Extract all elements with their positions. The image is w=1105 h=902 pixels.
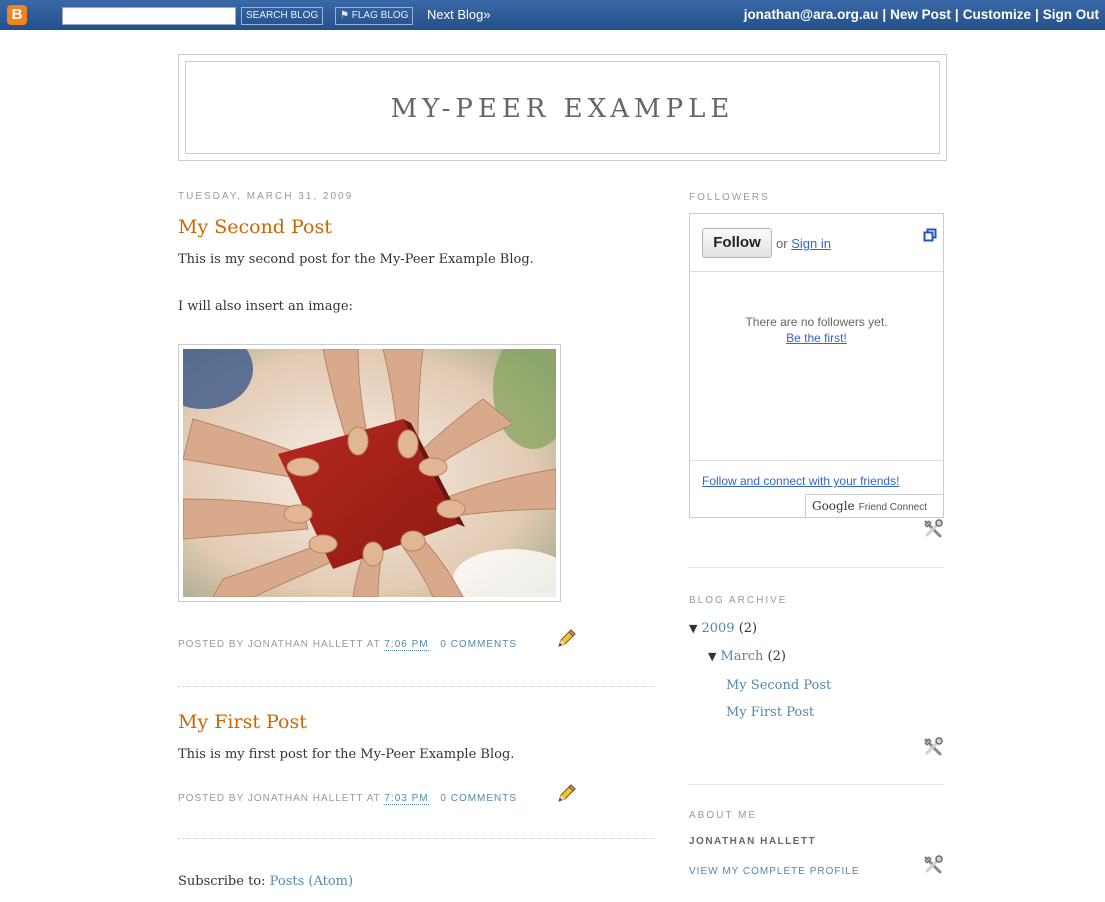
post-comments-link[interactable]: 0 COMMENTS (440, 639, 517, 650)
flag-blog-button[interactable]: ⚑ FLAG BLOG (335, 7, 414, 25)
post-date-header: TUESDAY, MARCH 31, 2009 (178, 191, 354, 202)
profile-name[interactable]: JONATHAN HALLETT (689, 836, 816, 847)
post-body-text: This is my first post for the My-Peer Ex… (178, 747, 515, 762)
popout-window-icon[interactable] (923, 228, 937, 242)
follow-button[interactable]: Follow (702, 228, 772, 258)
follow-connect-link[interactable]: Follow and connect with your friends! (702, 474, 899, 488)
blog-header: MY-PEER EXAMPLE (178, 54, 947, 161)
edit-widget-tools-icon[interactable] (922, 854, 944, 876)
post-body-text: This is my second post for the My-Peer E… (178, 252, 534, 267)
archive-year-count: (2) (738, 621, 758, 636)
post-comments-link[interactable]: 0 COMMENTS (440, 793, 517, 804)
followers-heading: FOLLOWERS (689, 192, 770, 203)
blog-header-inner: MY-PEER EXAMPLE (185, 61, 940, 154)
post-author-label: POSTED BY JONATHAN HALLETT AT (178, 639, 381, 650)
posts-atom-link[interactable]: Posts (Atom) (270, 874, 353, 889)
archive-month-count: (2) (767, 649, 786, 664)
post-divider (178, 838, 654, 839)
archive-post-link[interactable]: My First Post (726, 705, 814, 720)
blog-archive-heading: BLOG ARCHIVE (689, 595, 788, 606)
archive-post-item: My Second Post (726, 678, 831, 693)
post-timestamp-link[interactable]: 7:06 PM (384, 639, 429, 651)
flag-blog-label: FLAG BLOG (351, 10, 409, 21)
archive-month-item: ▼ March (2) (708, 649, 786, 664)
post-image[interactable] (178, 344, 561, 602)
navbar-user-links: jonathan@ara.org.au | New Post | Customize | S… (744, 6, 1099, 24)
post-divider (178, 686, 654, 687)
new-post-link[interactable]: New Post (890, 7, 951, 22)
or-text: or (776, 236, 788, 251)
blogger-navbar: B SEARCH BLOG ⚑ FLAG BLOG Next Blog» jon… (0, 0, 1105, 30)
no-followers-message: There are no followers yet. Be the first… (690, 314, 943, 346)
flag-icon: ⚑ (340, 10, 349, 21)
post-footer: POSTED BY JONATHAN HALLETT AT 7:03 PM 0 … (178, 793, 517, 805)
sign-out-link[interactable]: Sign Out (1043, 7, 1099, 22)
followers-widget: Follow or Sign in There are no followers… (689, 213, 944, 518)
followers-widget-top: Follow or Sign in (690, 214, 943, 272)
edit-post-pencil-icon[interactable] (555, 783, 577, 805)
blogger-logo-icon[interactable]: B (7, 5, 27, 25)
archive-post-link[interactable]: My Second Post (726, 678, 831, 693)
post-author-label: POSTED BY JONATHAN HALLETT AT (178, 793, 381, 804)
edit-widget-tools-icon[interactable] (922, 518, 944, 540)
separator: | (882, 7, 887, 22)
blog-title[interactable]: MY-PEER EXAMPLE (186, 62, 939, 156)
archive-year-item: ▼ 2009 (2) (689, 621, 757, 636)
search-blog-button[interactable]: SEARCH BLOG (241, 7, 324, 25)
friend-connect-label: Friend Connect (858, 502, 928, 513)
archive-year-link[interactable]: 2009 (701, 621, 734, 636)
sidebar-divider (689, 784, 944, 785)
expand-toggle-icon[interactable]: ▼ (689, 622, 697, 635)
edit-post-pencil-icon[interactable] (555, 628, 577, 650)
separator: | (1034, 7, 1039, 22)
view-profile-link[interactable]: VIEW MY COMPLETE PROFILE (689, 866, 860, 877)
post-timestamp-link[interactable]: 7:03 PM (384, 793, 429, 805)
sidebar-divider (689, 567, 944, 568)
sign-in-link[interactable]: Sign in (791, 236, 831, 251)
post-body-text: I will also insert an image: (178, 299, 353, 314)
about-me-heading: ABOUT ME (689, 810, 758, 821)
followers-widget-bottom: Follow and connect with your friends! Go… (690, 460, 943, 518)
follow-or-sign-in: or Sign in (776, 236, 831, 251)
hands-holding-red-book-image (183, 349, 556, 597)
google-friend-connect-badge[interactable]: Google Friend Connect (805, 494, 943, 518)
next-blog-link[interactable]: Next Blog» (427, 6, 491, 24)
subscribe-label: Subscribe to: (178, 874, 266, 889)
separator: | (954, 7, 959, 22)
expand-toggle-icon[interactable]: ▼ (708, 650, 716, 663)
post-footer: POSTED BY JONATHAN HALLETT AT 7:06 PM 0 … (178, 639, 517, 651)
post-title[interactable]: My First Post (178, 711, 307, 733)
customize-link[interactable]: Customize (963, 7, 1031, 22)
search-blog-input[interactable] (62, 7, 236, 25)
no-followers-text: There are no followers yet. (745, 315, 888, 329)
archive-month-link[interactable]: March (720, 649, 763, 664)
user-email: jonathan@ara.org.au (743, 7, 879, 22)
edit-widget-tools-icon[interactable] (922, 736, 944, 758)
google-logo: Google (812, 499, 855, 513)
post-title[interactable]: My Second Post (178, 216, 332, 238)
be-the-first-link[interactable]: Be the first! (786, 331, 847, 345)
archive-post-item: My First Post (726, 705, 814, 720)
subscribe-line: Subscribe to: Posts (Atom) (178, 874, 353, 889)
